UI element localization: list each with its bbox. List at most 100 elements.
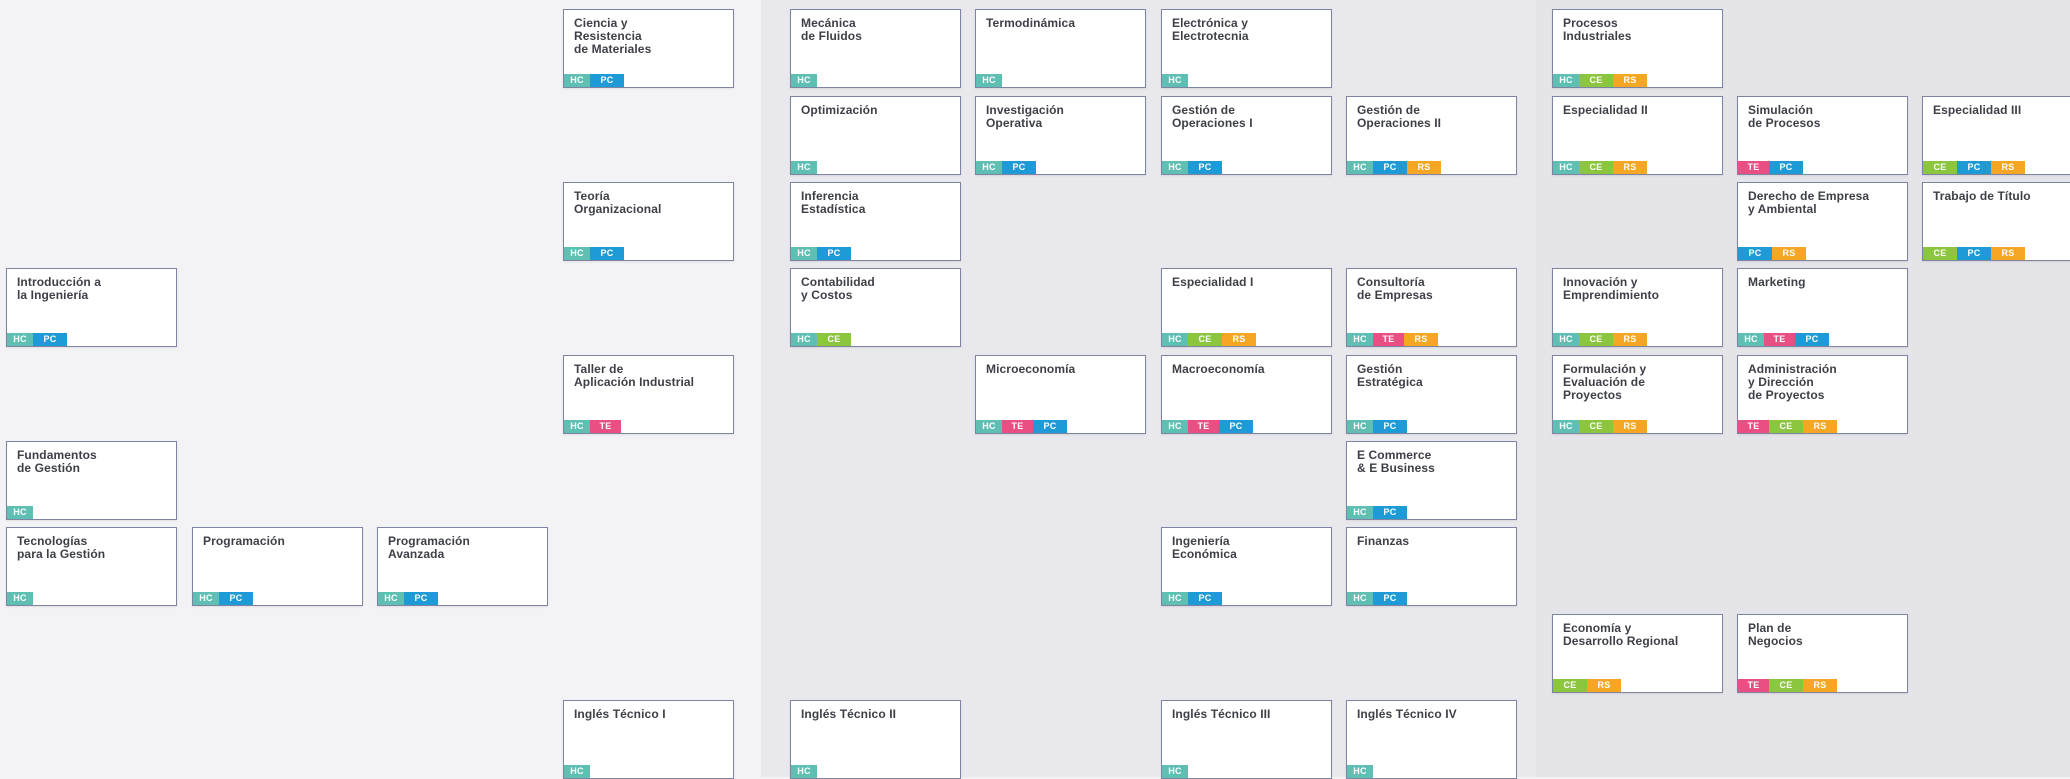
tag-pc-badge: PC xyxy=(1219,420,1253,433)
course-title: Marketing xyxy=(1748,275,1806,289)
tag-rs-badge: RS xyxy=(1613,420,1647,433)
course-card-e-commerce-e-business[interactable]: E Commerce & E Business HC PC xyxy=(1346,441,1517,520)
course-tags: HC TE PC xyxy=(1162,420,1253,433)
course-card-ingles-tecnico-ii[interactable]: Inglés Técnico II HC xyxy=(790,700,961,779)
course-title: Gestión de Operaciones II xyxy=(1357,103,1442,130)
course-card-microeconomia[interactable]: Microeconomía HC TE PC xyxy=(975,355,1146,434)
course-card-consultoria-de-empresas[interactable]: Consultoría de Empresas HC TE RS xyxy=(1346,268,1517,347)
course-title: Termodinámica xyxy=(986,16,1076,30)
course-tags: HC PC xyxy=(1347,506,1407,519)
course-card-ingles-tecnico-i[interactable]: Inglés Técnico I HC xyxy=(563,700,734,779)
course-tags: HC CE xyxy=(791,333,851,346)
course-title: Inglés Técnico III xyxy=(1172,707,1271,721)
course-card-programacion[interactable]: Programación HC PC xyxy=(192,527,363,606)
course-tags: HC xyxy=(1162,765,1188,778)
course-card-ciencia-y-resistencia-de-materiales[interactable]: Ciencia y Resistencia de Materiales HC PC xyxy=(563,9,734,88)
course-tags: HC CE RS xyxy=(1162,333,1256,346)
course-card-trabajo-de-titulo[interactable]: Trabajo de Título CE PC RS xyxy=(1922,182,2070,261)
course-title: Ciencia y Resistencia de Materiales xyxy=(574,16,652,56)
course-card-inferencia-estadistica[interactable]: Inferencia Estadística HC PC xyxy=(790,182,961,261)
course-card-optimizacion[interactable]: Optimización HC xyxy=(790,96,961,175)
tag-pc-badge: PC xyxy=(1033,420,1067,433)
course-tags: TE CE RS xyxy=(1738,679,1837,692)
tag-te-badge: TE xyxy=(1188,420,1219,433)
course-tags: HC xyxy=(7,506,33,519)
course-card-macroeconomia[interactable]: Macroeconomía HC TE PC xyxy=(1161,355,1332,434)
tag-rs-badge: RS xyxy=(1587,679,1621,692)
course-card-especialidad-iii[interactable]: Especialidad III CE PC RS xyxy=(1922,96,2070,175)
tag-rs-badge: RS xyxy=(1613,333,1647,346)
course-tags: HC PC xyxy=(1347,420,1407,433)
course-card-taller-de-aplicacion-industrial[interactable]: Taller de Aplicación Industrial HC TE xyxy=(563,355,734,434)
course-card-procesos-industriales[interactable]: Procesos Industriales HC CE RS xyxy=(1552,9,1723,88)
tag-rs-badge: RS xyxy=(1991,247,2025,260)
tag-te-badge: TE xyxy=(1738,420,1769,433)
course-card-derecho-de-empresa-y-ambiental[interactable]: Derecho de Empresa y Ambiental PC RS xyxy=(1737,182,1908,261)
tag-pc-badge: PC xyxy=(1738,247,1772,260)
course-title: Gestión Estratégica xyxy=(1357,362,1423,389)
tag-hc-badge: HC xyxy=(7,592,33,605)
tag-hc-badge: HC xyxy=(564,420,590,433)
tag-hc-badge: HC xyxy=(7,506,33,519)
tag-hc-badge: HC xyxy=(1347,420,1373,433)
course-tags: HC PC RS xyxy=(1347,161,1441,174)
course-card-gestion-de-operaciones-i[interactable]: Gestión de Operaciones I HC PC xyxy=(1161,96,1332,175)
tag-pc-badge: PC xyxy=(219,592,253,605)
course-card-formulacion-y-evaluacion-de-proyectos[interactable]: Formulación y Evaluación de Proyectos HC C… xyxy=(1552,355,1723,434)
course-tags: PC RS xyxy=(1738,247,1806,260)
course-card-innovacion-y-emprendimiento[interactable]: Innovación y Emprendimiento HC CE RS xyxy=(1552,268,1723,347)
course-card-teoria-organizacional[interactable]: Teoría Organizacional HC PC xyxy=(563,182,734,261)
course-title: Innovación y Emprendimiento xyxy=(1563,275,1660,302)
course-card-administracion-y-direccion-de-proyectos[interactable]: Administración y Dirección de Proyectos T… xyxy=(1737,355,1908,434)
course-card-especialidad-ii[interactable]: Especialidad II HC CE RS xyxy=(1552,96,1723,175)
tag-te-badge: TE xyxy=(1738,161,1769,174)
course-tags: HC CE RS xyxy=(1553,74,1647,87)
course-tags: HC TE RS xyxy=(1347,333,1438,346)
tag-hc-badge: HC xyxy=(791,765,817,778)
course-tags: HC xyxy=(791,74,817,87)
course-card-gestion-estrategica[interactable]: Gestión Estratégica HC PC xyxy=(1346,355,1517,434)
course-title: E Commerce & E Business xyxy=(1357,448,1435,475)
course-title: Finanzas xyxy=(1357,534,1410,548)
course-title: Investigación Operativa xyxy=(986,103,1064,130)
course-card-introduccion-a-la-ingenieria[interactable]: Introducción a la Ingeniería HC PC xyxy=(6,268,177,347)
course-card-tecnologias-para-la-gestion[interactable]: Tecnologías para la Gestión HC xyxy=(6,527,177,606)
course-card-ingles-tecnico-iii[interactable]: Inglés Técnico III HC xyxy=(1161,700,1332,779)
tag-hc-badge: HC xyxy=(1162,333,1188,346)
course-tags: TE PC xyxy=(1738,161,1803,174)
course-card-plan-de-negocios[interactable]: Plan de Negocios TE CE RS xyxy=(1737,614,1908,693)
course-card-gestion-de-operaciones-ii[interactable]: Gestión de Operaciones II HC PC RS xyxy=(1346,96,1517,175)
course-card-ingles-tecnico-iv[interactable]: Inglés Técnico IV HC xyxy=(1346,700,1517,779)
course-title: Mecánica de Fluidos xyxy=(801,16,862,43)
tag-rs-badge: RS xyxy=(1613,161,1647,174)
course-card-ingenieria-economica[interactable]: Ingeniería Económica HC PC xyxy=(1161,527,1332,606)
tag-hc-badge: HC xyxy=(791,74,817,87)
tag-hc-badge: HC xyxy=(1347,765,1373,778)
course-card-mecanica-de-fluidos[interactable]: Mecánica de Fluidos HC xyxy=(790,9,961,88)
tag-hc-badge: HC xyxy=(1553,161,1579,174)
tag-hc-badge: HC xyxy=(1162,765,1188,778)
course-card-especialidad-i[interactable]: Especialidad I HC CE RS xyxy=(1161,268,1332,347)
course-card-simulacion-de-procesos[interactable]: Simulación de Procesos TE PC xyxy=(1737,96,1908,175)
tag-hc-badge: HC xyxy=(1347,161,1373,174)
course-tags: CE PC RS xyxy=(1923,161,2025,174)
course-card-fundamentos-de-gestion[interactable]: Fundamentos de Gestión HC xyxy=(6,441,177,520)
course-tags: HC PC xyxy=(7,333,67,346)
course-card-economia-y-desarrollo-regional[interactable]: Economía y Desarrollo Regional CE RS xyxy=(1552,614,1723,693)
course-card-contabilidad-y-costos[interactable]: Contabilidad y Costos HC CE xyxy=(790,268,961,347)
course-title: Inglés Técnico I xyxy=(574,707,666,721)
tag-ce-badge: CE xyxy=(1579,161,1613,174)
course-card-electronica-y-electrotecnia[interactable]: Electrónica y Electrotecnia HC xyxy=(1161,9,1332,88)
course-card-programacion-avanzada[interactable]: Programación Avanzada HC PC xyxy=(377,527,548,606)
tag-ce-badge: CE xyxy=(1188,333,1222,346)
tag-pc-badge: PC xyxy=(1373,161,1407,174)
tag-pc-badge: PC xyxy=(1188,592,1222,605)
tag-hc-badge: HC xyxy=(1347,333,1373,346)
course-card-finanzas[interactable]: Finanzas HC PC xyxy=(1346,527,1517,606)
tag-ce-badge: CE xyxy=(1769,679,1803,692)
course-title: Especialidad II xyxy=(1563,103,1648,117)
tag-pc-badge: PC xyxy=(1795,333,1829,346)
course-card-marketing[interactable]: Marketing HC TE PC xyxy=(1737,268,1908,347)
course-card-termodinamica[interactable]: Termodinámica HC xyxy=(975,9,1146,88)
course-card-investigacion-operativa[interactable]: Investigación Operativa HC PC xyxy=(975,96,1146,175)
